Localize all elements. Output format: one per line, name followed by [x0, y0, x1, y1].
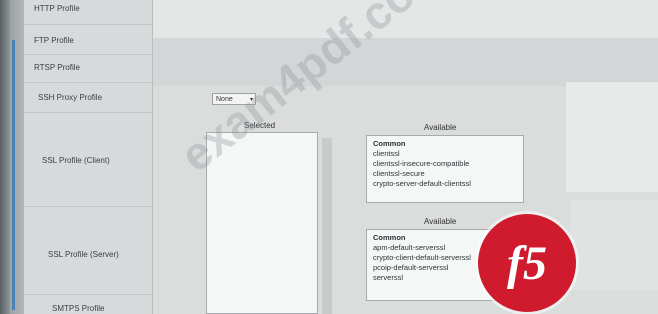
list-item[interactable]: clientssl	[373, 149, 471, 159]
ssl-client-available-list[interactable]: Common clientssl clientssl-insecure-comp…	[366, 135, 524, 203]
ssl-server-options: Common apm-default-serverssl crypto-clie…	[373, 233, 471, 283]
ssl-client-available-header: Available	[424, 123, 457, 132]
right-panel	[566, 82, 658, 192]
row-label-rtsp: RTSP Profile	[34, 63, 80, 72]
row-label-smtps: SMTPS Profile	[52, 304, 105, 313]
logo-text: f5	[507, 236, 547, 290]
row-divider	[24, 82, 152, 83]
list-item[interactable]: clientssl-insecure-compatible	[373, 159, 471, 169]
rtsp-value-area	[152, 38, 658, 86]
row-divider	[24, 54, 152, 55]
list-group-label: Common	[373, 233, 406, 242]
row-label-ssl-client: SSL Profile (Client)	[42, 156, 110, 165]
list-item[interactable]: clientssl-secure	[373, 169, 471, 179]
list-item[interactable]: serverssl	[373, 273, 471, 283]
row-divider	[24, 24, 152, 25]
monitor-bezel	[0, 0, 10, 314]
list-item[interactable]: crypto-client-default-serverssl	[373, 253, 471, 263]
screenshot: HTTP Profile FTP Profile RTSP Profile SS…	[0, 0, 658, 314]
row-label-http: HTTP Profile	[34, 4, 80, 13]
scrollbar[interactable]	[322, 138, 332, 314]
list-item[interactable]: pcoip-default-serverssl	[373, 263, 471, 273]
ssl-client-options: Common clientssl clientssl-insecure-comp…	[373, 139, 471, 189]
ssl-server-available-header: Available	[424, 217, 457, 226]
window-edge	[12, 40, 15, 310]
right-panel-lower	[570, 200, 658, 290]
row-label-ssl-server: SSL Profile (Server)	[48, 250, 119, 259]
row-label-ssh-proxy: SSH Proxy Profile	[38, 93, 103, 102]
list-item[interactable]: apm-default-serverssl	[373, 243, 471, 253]
row-divider	[24, 112, 152, 113]
label-column: HTTP Profile FTP Profile RTSP Profile SS…	[24, 0, 153, 314]
list-group-label: Common	[373, 139, 406, 148]
list-item[interactable]: crypto-server-default-clientssl	[373, 179, 471, 189]
row-divider	[24, 206, 152, 207]
f5-logo: f5	[478, 214, 576, 312]
row-label-ftp: FTP Profile	[34, 36, 74, 45]
row-divider	[24, 294, 152, 295]
